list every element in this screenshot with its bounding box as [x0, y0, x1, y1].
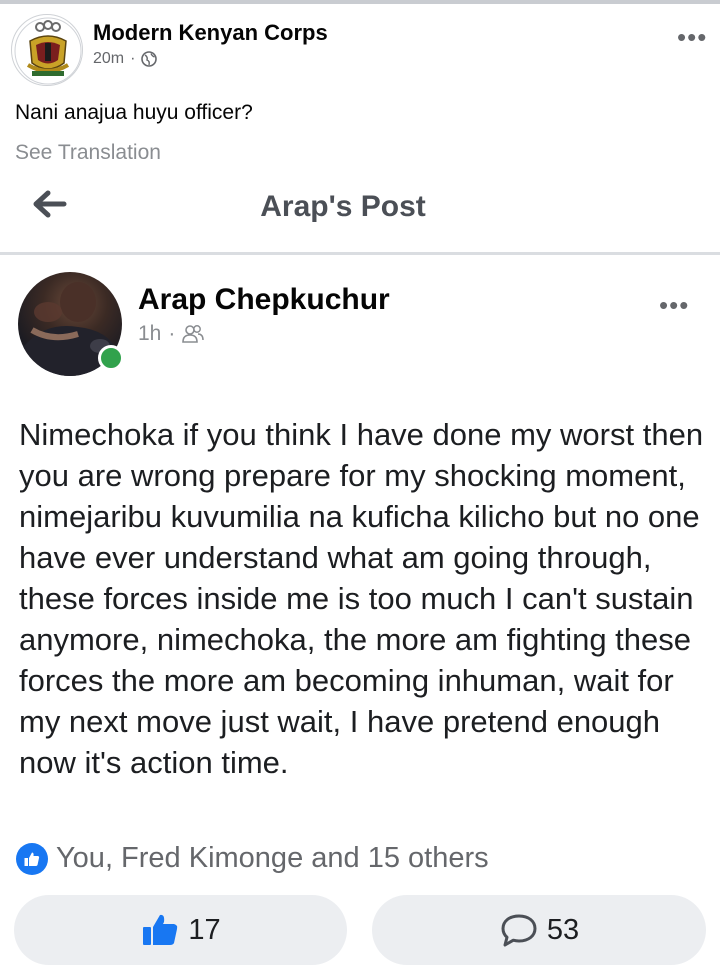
- top-divider: [0, 0, 720, 4]
- author-meta: 1h ·: [138, 322, 205, 346]
- friends-icon: [182, 325, 205, 343]
- author-name[interactable]: Arap Chepkuchur: [138, 283, 390, 317]
- crest-logo-icon: [14, 17, 82, 85]
- page-avatar[interactable]: [11, 14, 83, 86]
- thumbs-up-icon: [24, 852, 40, 866]
- reactions-text: You, Fred Kimonge and 15 others: [56, 842, 489, 874]
- post-meta: 20m ·: [93, 50, 158, 68]
- online-status-indicator: [98, 345, 124, 371]
- like-reaction-icon: [16, 842, 48, 875]
- post-body: Nimechoka if you think I have done my wo…: [19, 417, 704, 780]
- shared-post-title: Arap's Post: [260, 190, 426, 223]
- more-dots-icon: •••: [659, 290, 690, 320]
- timestamp[interactable]: 20m: [93, 50, 124, 68]
- page-name[interactable]: Modern Kenyan Corps: [93, 20, 328, 46]
- post-caption: Nani anajua huyu officer?: [15, 101, 253, 124]
- like-button[interactable]: 17: [14, 895, 347, 965]
- comment-button[interactable]: 53: [372, 895, 706, 965]
- reactions-summary[interactable]: You, Fred Kimonge and 15 others: [16, 842, 489, 875]
- section-divider: [0, 252, 720, 255]
- meta-separator: ·: [168, 322, 176, 345]
- meta-separator: ·: [130, 50, 136, 67]
- inner-more-options-button[interactable]: •••: [659, 292, 689, 318]
- timestamp[interactable]: 1h: [138, 322, 161, 346]
- see-translation-link[interactable]: See Translation: [15, 141, 161, 165]
- more-dots-icon: •••: [677, 22, 708, 52]
- globe-icon: [141, 51, 158, 67]
- comment-bubble-icon: [501, 914, 537, 947]
- thumbs-up-icon: [143, 914, 178, 945]
- more-options-button[interactable]: •••: [677, 24, 707, 50]
- comment-count: 53: [546, 913, 580, 946]
- like-count: 17: [188, 913, 221, 946]
